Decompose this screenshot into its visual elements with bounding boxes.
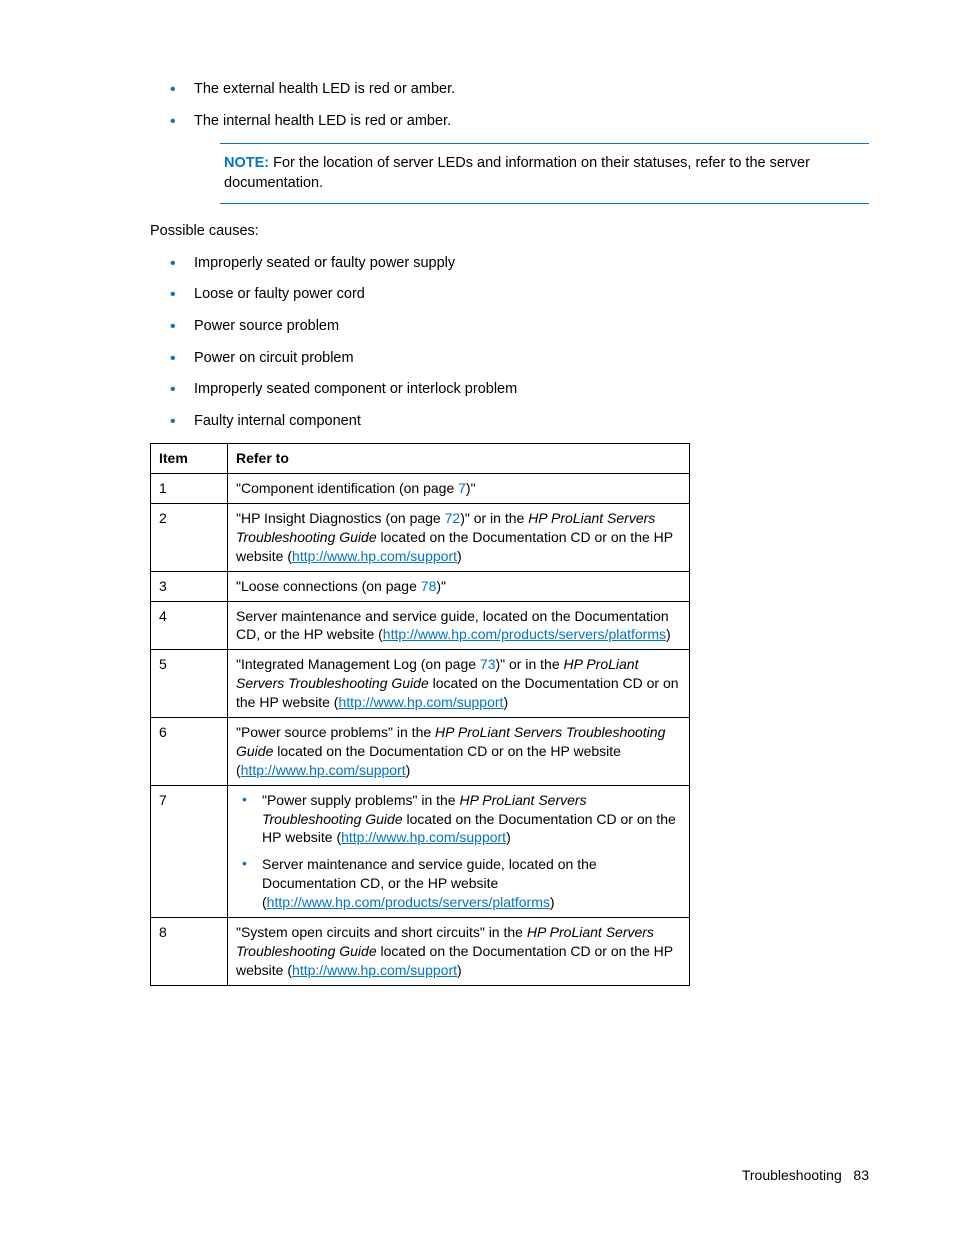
page-link[interactable]: 78 bbox=[421, 578, 437, 594]
cell-refer: "Loose connections (on page 78)" bbox=[228, 571, 690, 601]
list-item: The internal health LED is red or amber. bbox=[170, 112, 869, 132]
list-item: Improperly seated component or interlock… bbox=[170, 380, 869, 400]
cell-item: 7 bbox=[151, 785, 228, 917]
list-item: "Power supply problems" in the HP ProLia… bbox=[240, 791, 681, 848]
list-item: Power source problem bbox=[170, 317, 869, 337]
table-row: 2 "HP Insight Diagnostics (on page 72)" … bbox=[151, 503, 690, 571]
text: "Power source problems" in the bbox=[236, 724, 435, 740]
cell-item: 6 bbox=[151, 717, 228, 785]
text: ) bbox=[666, 626, 671, 642]
hyperlink[interactable]: http://www.hp.com/support bbox=[241, 762, 406, 778]
text: ) bbox=[506, 829, 511, 845]
cell-refer: "Power supply problems" in the HP ProLia… bbox=[228, 785, 690, 917]
text: "Integrated Management Log (on page bbox=[236, 656, 480, 672]
table-row: 4 Server maintenance and service guide, … bbox=[151, 601, 690, 650]
text: )" or in the bbox=[460, 510, 528, 526]
note-box: NOTE: For the location of server LEDs an… bbox=[220, 143, 869, 204]
list-item: Server maintenance and service guide, lo… bbox=[240, 855, 681, 912]
table-row: 8 "System open circuits and short circui… bbox=[151, 918, 690, 986]
hyperlink[interactable]: http://www.hp.com/support bbox=[292, 962, 457, 978]
col-item-header: Item bbox=[151, 444, 228, 474]
page-link[interactable]: 7 bbox=[458, 480, 466, 496]
page-link[interactable]: 72 bbox=[445, 510, 461, 526]
hyperlink[interactable]: http://www.hp.com/products/servers/platf… bbox=[383, 626, 666, 642]
hyperlink[interactable]: http://www.hp.com/support bbox=[292, 548, 457, 564]
note-label: NOTE: bbox=[224, 155, 269, 171]
causes-heading: Possible causes: bbox=[150, 222, 869, 242]
page-footer: Troubleshooting 83 bbox=[742, 1166, 869, 1185]
text: ) bbox=[550, 894, 555, 910]
list-item: Faulty internal component bbox=[170, 412, 869, 432]
table-row: 6 "Power source problems" in the HP ProL… bbox=[151, 717, 690, 785]
list-item: Power on circuit problem bbox=[170, 349, 869, 369]
table-row: 1 "Component identification (on page 7)" bbox=[151, 474, 690, 504]
cell-item: 1 bbox=[151, 474, 228, 504]
causes-list: Improperly seated or faulty power supply… bbox=[150, 254, 869, 431]
text: "HP Insight Diagnostics (on page bbox=[236, 510, 445, 526]
list-item: The external health LED is red or amber. bbox=[170, 80, 869, 100]
cell-refer: "Power source problems" in the HP ProLia… bbox=[228, 717, 690, 785]
text: ) bbox=[457, 548, 462, 564]
text: )" or in the bbox=[496, 656, 564, 672]
cell-refer: "System open circuits and short circuits… bbox=[228, 918, 690, 986]
cell-item: 8 bbox=[151, 918, 228, 986]
text: "Power supply problems" in the bbox=[262, 792, 459, 808]
cell-refer: "HP Insight Diagnostics (on page 72)" or… bbox=[228, 503, 690, 571]
list-item: Improperly seated or faulty power supply bbox=[170, 254, 869, 274]
table-row: 7 "Power supply problems" in the HP ProL… bbox=[151, 785, 690, 917]
cell-refer: Server maintenance and service guide, lo… bbox=[228, 601, 690, 650]
text: "System open circuits and short circuits… bbox=[236, 924, 527, 940]
top-bullet-list: The external health LED is red or amber.… bbox=[150, 80, 869, 131]
text: ) bbox=[457, 962, 462, 978]
list-item: Loose or faulty power cord bbox=[170, 285, 869, 305]
cell-refer: "Component identification (on page 7)" bbox=[228, 474, 690, 504]
hyperlink[interactable]: http://www.hp.com/products/servers/platf… bbox=[267, 894, 550, 910]
col-refer-header: Refer to bbox=[228, 444, 690, 474]
cell-item: 5 bbox=[151, 650, 228, 718]
cell-refer: "Integrated Management Log (on page 73)"… bbox=[228, 650, 690, 718]
text: "Loose connections (on page bbox=[236, 578, 421, 594]
cell-item: 3 bbox=[151, 571, 228, 601]
reference-table: Item Refer to 1 "Component identificatio… bbox=[150, 443, 690, 985]
table-row: 5 "Integrated Management Log (on page 73… bbox=[151, 650, 690, 718]
text: ) bbox=[406, 762, 411, 778]
text: "Component identification (on page bbox=[236, 480, 458, 496]
hyperlink[interactable]: http://www.hp.com/support bbox=[338, 694, 503, 710]
hyperlink[interactable]: http://www.hp.com/support bbox=[341, 829, 506, 845]
cell-item: 4 bbox=[151, 601, 228, 650]
text: ) bbox=[503, 694, 508, 710]
footer-section: Troubleshooting bbox=[742, 1167, 842, 1183]
table-row: 3 "Loose connections (on page 78)" bbox=[151, 571, 690, 601]
note-text: For the location of server LEDs and info… bbox=[224, 155, 810, 191]
footer-page-number: 83 bbox=[853, 1167, 869, 1183]
text: )" bbox=[466, 480, 476, 496]
page-link[interactable]: 73 bbox=[480, 656, 496, 672]
table-header-row: Item Refer to bbox=[151, 444, 690, 474]
text: )" bbox=[436, 578, 446, 594]
cell-item: 2 bbox=[151, 503, 228, 571]
